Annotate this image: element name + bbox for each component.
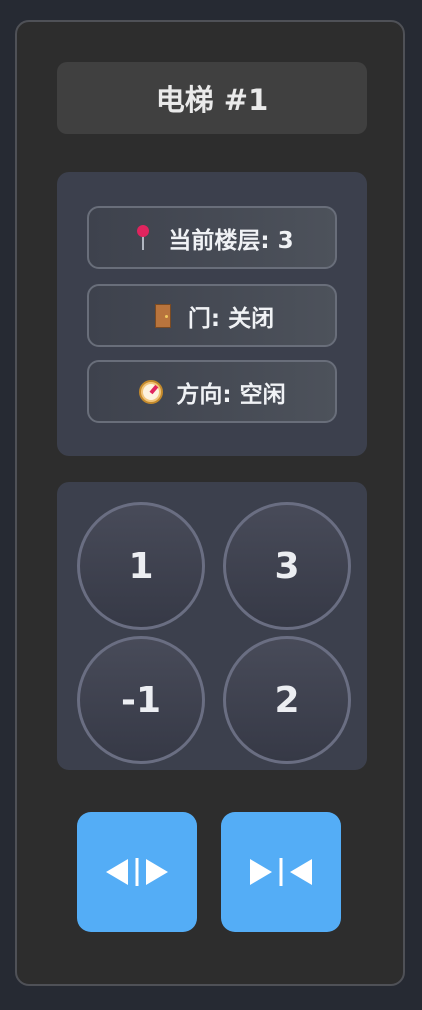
direction-status: 方向: 空闲	[87, 360, 337, 423]
elevator-title: 电梯 #1	[155, 83, 269, 117]
floor-button[interactable]: 2	[223, 636, 351, 764]
floor-button[interactable]: 3	[223, 502, 351, 630]
door-icon	[150, 303, 176, 329]
door-status: 门: 关闭	[87, 284, 337, 347]
current-floor-text: 当前楼层: 3	[168, 227, 294, 254]
elevator-panel: 电梯 #1 当前楼层: 3 门: 关闭 方向: 空闲 1 3 -1 2	[15, 20, 405, 986]
floor-button[interactable]: 1	[77, 502, 205, 630]
door-open-arrows-icon	[106, 858, 168, 886]
floor-button[interactable]: -1	[77, 636, 205, 764]
status-display: 当前楼层: 3 门: 关闭 方向: 空闲	[57, 172, 367, 456]
door-status-text: 门: 关闭	[187, 305, 275, 332]
elevator-title-box: 电梯 #1	[57, 62, 367, 134]
floor-button-grid: 1 3 -1 2	[57, 482, 367, 770]
direction-status-text: 方向: 空闲	[176, 381, 286, 408]
door-close-arrows-icon	[250, 858, 312, 886]
door-open-button[interactable]	[77, 812, 197, 932]
door-close-button[interactable]	[221, 812, 341, 932]
compass-icon	[138, 379, 164, 405]
current-floor-status: 当前楼层: 3	[87, 206, 337, 269]
round-pushpin-icon	[130, 224, 156, 251]
